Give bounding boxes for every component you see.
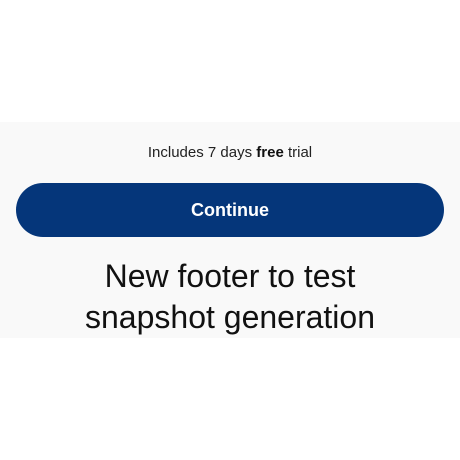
footer-line-1: New footer to test [104,258,356,294]
footer-message: New footer to test snapshot generation [0,256,460,338]
trial-free-emphasis: free [256,144,284,161]
trial-prefix: Includes 7 days [147,144,257,161]
paywall-screen: Includes 7 days free trial Continue New … [0,0,460,460]
footer-line-2: snapshot generation [85,299,375,335]
continue-button[interactable]: Continue [16,183,444,237]
trial-info-text: Includes 7 days free trial [0,143,460,163]
trial-suffix: trial [283,144,313,161]
